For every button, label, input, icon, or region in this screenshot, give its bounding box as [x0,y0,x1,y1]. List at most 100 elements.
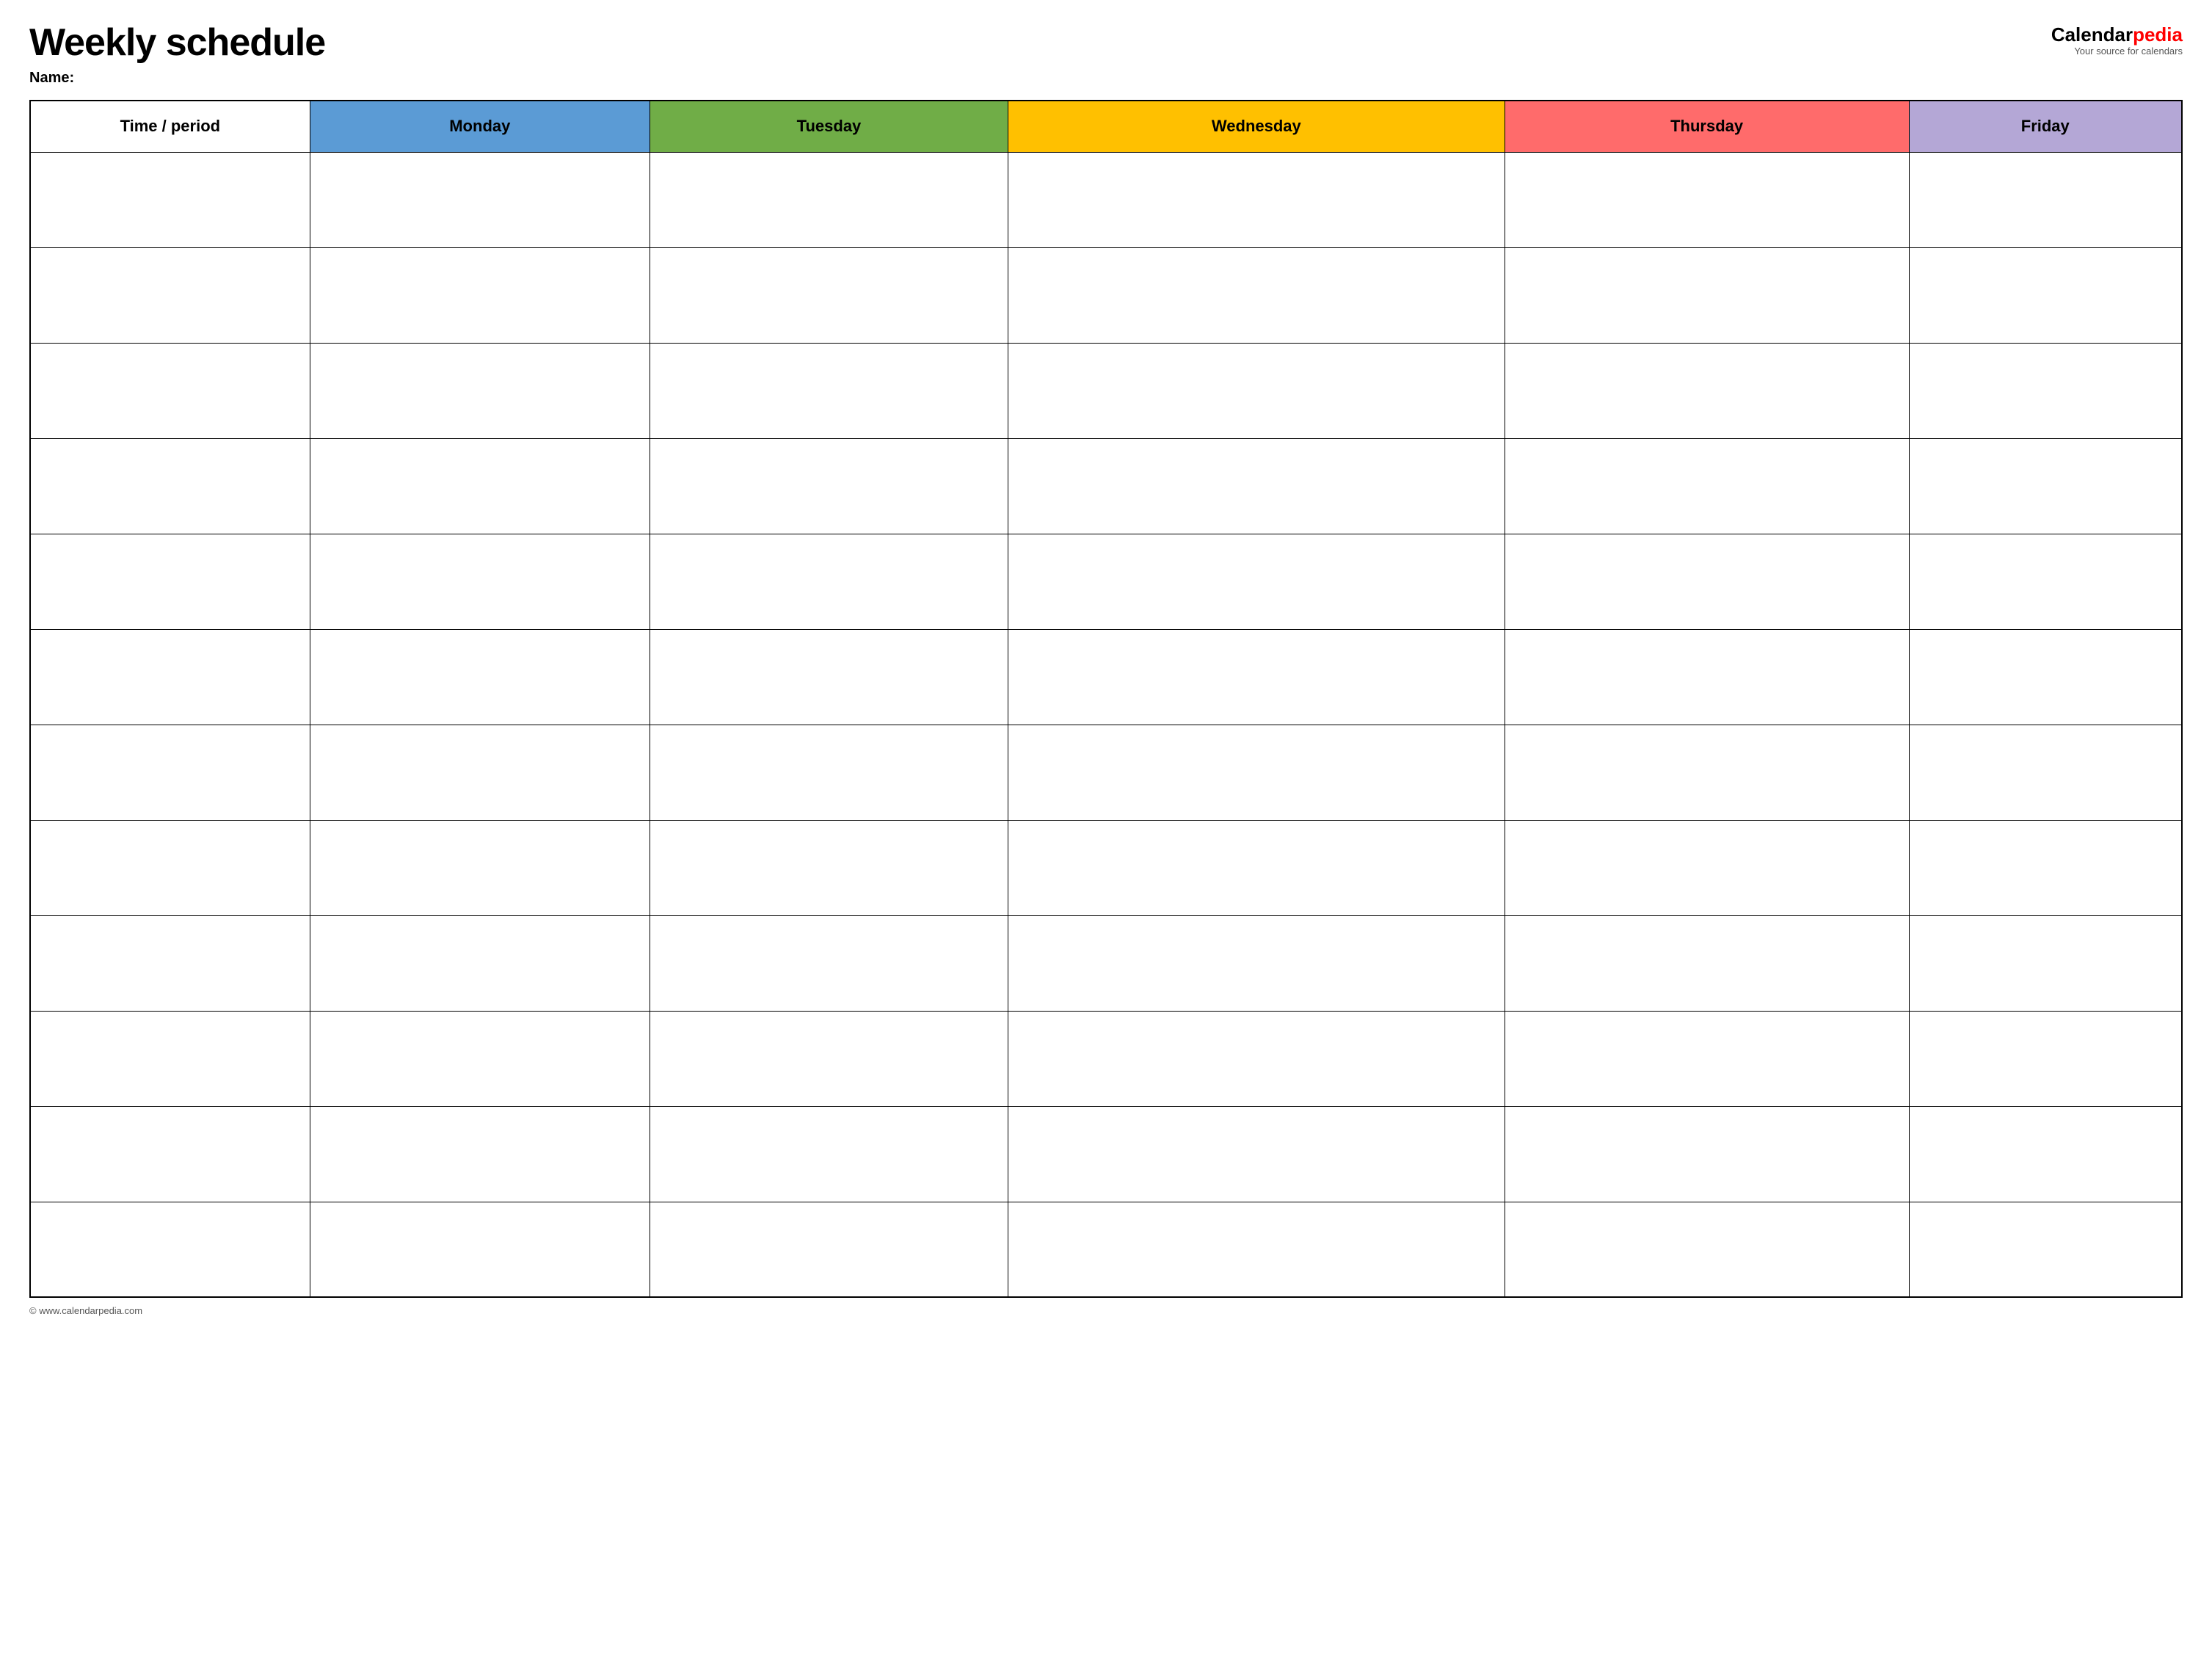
table-cell[interactable] [650,629,1008,725]
page-title: Weekly schedule [29,22,325,64]
table-row [30,247,2182,343]
table-cell[interactable] [1505,343,1909,438]
table-cell[interactable] [310,534,650,629]
header-row: Time / period Monday Tuesday Wednesday T… [30,101,2182,152]
table-cell[interactable] [1505,152,1909,247]
table-row [30,438,2182,534]
col-header-thursday: Thursday [1505,101,1909,152]
table-cell[interactable] [30,1202,310,1297]
schedule-body [30,152,2182,1297]
table-cell[interactable] [1505,915,1909,1011]
table-cell[interactable] [650,1106,1008,1202]
table-row [30,343,2182,438]
table-cell[interactable] [1008,438,1505,534]
table-cell[interactable] [1008,247,1505,343]
table-cell[interactable] [30,820,310,915]
table-cell[interactable] [310,343,650,438]
table-cell[interactable] [1505,247,1909,343]
table-cell[interactable] [1909,152,2182,247]
col-header-tuesday: Tuesday [650,101,1008,152]
table-cell[interactable] [1008,629,1505,725]
schedule-table: Time / period Monday Tuesday Wednesday T… [29,100,2183,1298]
table-cell[interactable] [650,915,1008,1011]
table-cell[interactable] [1909,725,2182,820]
table-row [30,725,2182,820]
table-cell[interactable] [310,247,650,343]
table-cell[interactable] [30,1011,310,1106]
table-row [30,1106,2182,1202]
table-cell[interactable] [1909,915,2182,1011]
table-cell[interactable] [310,438,650,534]
table-cell[interactable] [1909,1011,2182,1106]
table-row [30,820,2182,915]
table-cell[interactable] [1909,343,2182,438]
table-cell[interactable] [1008,534,1505,629]
table-row [30,1202,2182,1297]
table-cell[interactable] [1008,1011,1505,1106]
table-cell[interactable] [1909,820,2182,915]
table-cell[interactable] [310,915,650,1011]
logo-text: Calendarpedia [2051,25,2183,44]
name-label: Name: [29,70,325,87]
table-cell[interactable] [30,725,310,820]
table-cell[interactable] [1505,1106,1909,1202]
table-cell[interactable] [30,915,310,1011]
table-cell[interactable] [1505,725,1909,820]
logo-tagline: Your source for calendars [2074,46,2183,57]
table-cell[interactable] [1909,1106,2182,1202]
table-cell[interactable] [310,1202,650,1297]
table-cell[interactable] [310,725,650,820]
table-cell[interactable] [30,152,310,247]
table-cell[interactable] [30,534,310,629]
table-row [30,915,2182,1011]
table-cell[interactable] [650,152,1008,247]
header: Weekly schedule Name: Calendarpedia Your… [29,22,2183,87]
footer-url: © www.calendarpedia.com [29,1305,142,1316]
table-cell[interactable] [310,1106,650,1202]
table-cell[interactable] [650,247,1008,343]
table-cell[interactable] [1008,1202,1505,1297]
table-cell[interactable] [1909,629,2182,725]
table-cell[interactable] [1505,820,1909,915]
table-cell[interactable] [1505,1011,1909,1106]
table-cell[interactable] [1505,438,1909,534]
table-cell[interactable] [1008,343,1505,438]
logo-pedia-part: pedia [2133,23,2183,46]
table-cell[interactable] [1909,247,2182,343]
table-cell[interactable] [650,1202,1008,1297]
col-header-wednesday: Wednesday [1008,101,1505,152]
table-cell[interactable] [310,629,650,725]
table-cell[interactable] [30,343,310,438]
table-cell[interactable] [650,1011,1008,1106]
table-cell[interactable] [1008,820,1505,915]
table-cell[interactable] [1505,534,1909,629]
table-cell[interactable] [1909,534,2182,629]
table-cell[interactable] [1909,1202,2182,1297]
col-header-friday: Friday [1909,101,2182,152]
table-cell[interactable] [30,1106,310,1202]
table-cell[interactable] [310,820,650,915]
table-row [30,1011,2182,1106]
table-cell[interactable] [1008,915,1505,1011]
table-cell[interactable] [1505,1202,1909,1297]
table-row [30,152,2182,247]
col-header-time: Time / period [30,101,310,152]
table-cell[interactable] [30,629,310,725]
table-row [30,534,2182,629]
table-cell[interactable] [310,152,650,247]
table-cell[interactable] [650,534,1008,629]
table-cell[interactable] [1008,152,1505,247]
table-cell[interactable] [650,438,1008,534]
table-cell[interactable] [650,343,1008,438]
table-cell[interactable] [1909,438,2182,534]
table-cell[interactable] [650,725,1008,820]
table-cell[interactable] [310,1011,650,1106]
table-cell[interactable] [650,820,1008,915]
table-cell[interactable] [1008,725,1505,820]
table-cell[interactable] [30,438,310,534]
table-cell[interactable] [1008,1106,1505,1202]
col-header-monday: Monday [310,101,650,152]
logo-block: Calendarpedia Your source for calendars [2051,25,2183,57]
table-cell[interactable] [1505,629,1909,725]
table-cell[interactable] [30,247,310,343]
